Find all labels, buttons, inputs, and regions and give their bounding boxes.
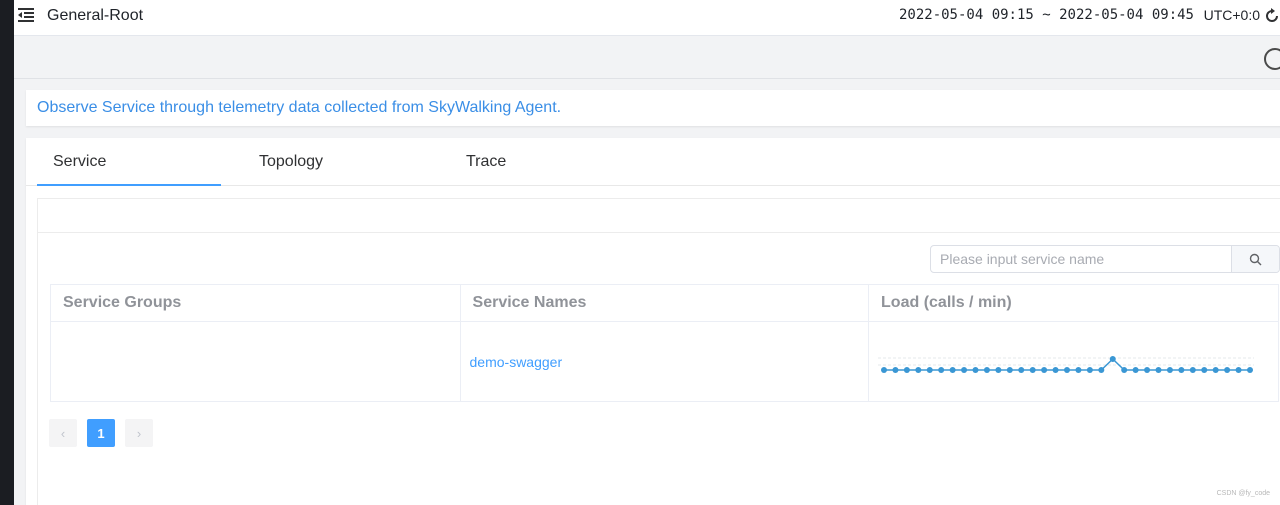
service-name-link[interactable]: demo-swagger (470, 354, 563, 370)
timezone-label: UTC+0:0 (1203, 7, 1260, 23)
service-name-cell: demo-swagger (459, 321, 870, 402)
dashboard-toolbar (14, 37, 1280, 79)
sparkline-point (1178, 366, 1185, 373)
description-card: Observe Service through telemetry data c… (26, 90, 1280, 126)
sparkline-point (1006, 366, 1013, 373)
sparkline-point (972, 366, 979, 373)
sparkline-point (1166, 366, 1173, 373)
tab-service[interactable]: Service (53, 153, 106, 171)
sparkline-point (1086, 366, 1093, 373)
sparkline-point (995, 366, 1002, 373)
load-sparkline (878, 355, 1255, 373)
sparkline-point (1052, 366, 1059, 373)
sparkline-point (1064, 366, 1071, 373)
sparkline-point (1132, 366, 1139, 373)
reload-icon[interactable] (1264, 8, 1280, 24)
top-header: General-Root 2022-05-04 09:15 ~ 2022-05-… (14, 0, 1280, 36)
sparkline-point (1189, 366, 1196, 373)
sparkline-point (1098, 366, 1105, 373)
search-button[interactable] (1231, 246, 1279, 272)
left-sidebar-edge (0, 0, 14, 505)
page-number[interactable]: 1 (87, 419, 115, 447)
main-panel: Service Topology Trace Service Gr (26, 138, 1280, 505)
sparkline-point (1121, 366, 1128, 373)
tab-bar: Service Topology Trace (26, 138, 1280, 186)
sparkline-point (1247, 366, 1254, 373)
sparkline-point (903, 366, 910, 373)
page-title: General-Root (47, 7, 144, 24)
sparkline-point (949, 366, 956, 373)
next-page-button[interactable]: › (125, 419, 153, 447)
sparkline-point (1109, 355, 1116, 362)
active-tab-indicator (37, 184, 221, 186)
sparkline-point (1144, 366, 1151, 373)
service-list-widget: Service Groups Service Names Load (calls… (37, 198, 1280, 505)
menu-fold-icon[interactable] (17, 7, 35, 23)
layer-description: Observe Service through telemetry data c… (37, 99, 562, 116)
tab-topology[interactable]: Topology (259, 153, 323, 171)
column-header-service-groups: Service Groups (50, 284, 461, 322)
sparkline-point (1155, 366, 1162, 373)
sparkline-point (961, 366, 968, 373)
sparkline-point (1212, 366, 1219, 373)
sparkline-point (1224, 366, 1231, 373)
sparkline-point (1041, 366, 1048, 373)
table-row: demo-swagger (50, 321, 1279, 402)
service-table: Service Groups Service Names Load (calls… (50, 284, 1279, 402)
sparkline-point (983, 366, 990, 373)
table-header-row: Service Groups Service Names Load (calls… (50, 284, 1279, 322)
sparkline-point (1201, 366, 1208, 373)
time-range-picker[interactable]: 2022-05-04 09:15 ~ 2022-05-04 09:45 (899, 7, 1194, 23)
search-icon (1249, 253, 1262, 265)
sparkline-point (926, 366, 933, 373)
sparkline-point (938, 366, 945, 373)
prev-page-button[interactable]: ‹ (49, 419, 77, 447)
sparkline-point (1075, 366, 1082, 373)
column-header-service-names: Service Names (459, 284, 870, 322)
sparkline-point (892, 366, 899, 373)
sparkline-point (881, 366, 888, 373)
watermark: CSDN @fy_code (1216, 490, 1270, 497)
service-search (930, 245, 1280, 273)
load-cell (868, 321, 1279, 402)
tab-trace[interactable]: Trace (466, 153, 506, 171)
sparkline-point (1235, 366, 1242, 373)
spinner-icon[interactable] (1264, 48, 1280, 70)
service-group-cell (50, 321, 461, 402)
sparkline-point (1018, 366, 1025, 373)
dashboard-content: Observe Service through telemetry data c… (14, 80, 1280, 505)
sparkline-point (915, 366, 922, 373)
sparkline-point (1029, 366, 1036, 373)
search-input[interactable] (931, 246, 1233, 272)
widget-header (38, 199, 1280, 233)
column-header-load: Load (calls / min) (868, 284, 1279, 322)
